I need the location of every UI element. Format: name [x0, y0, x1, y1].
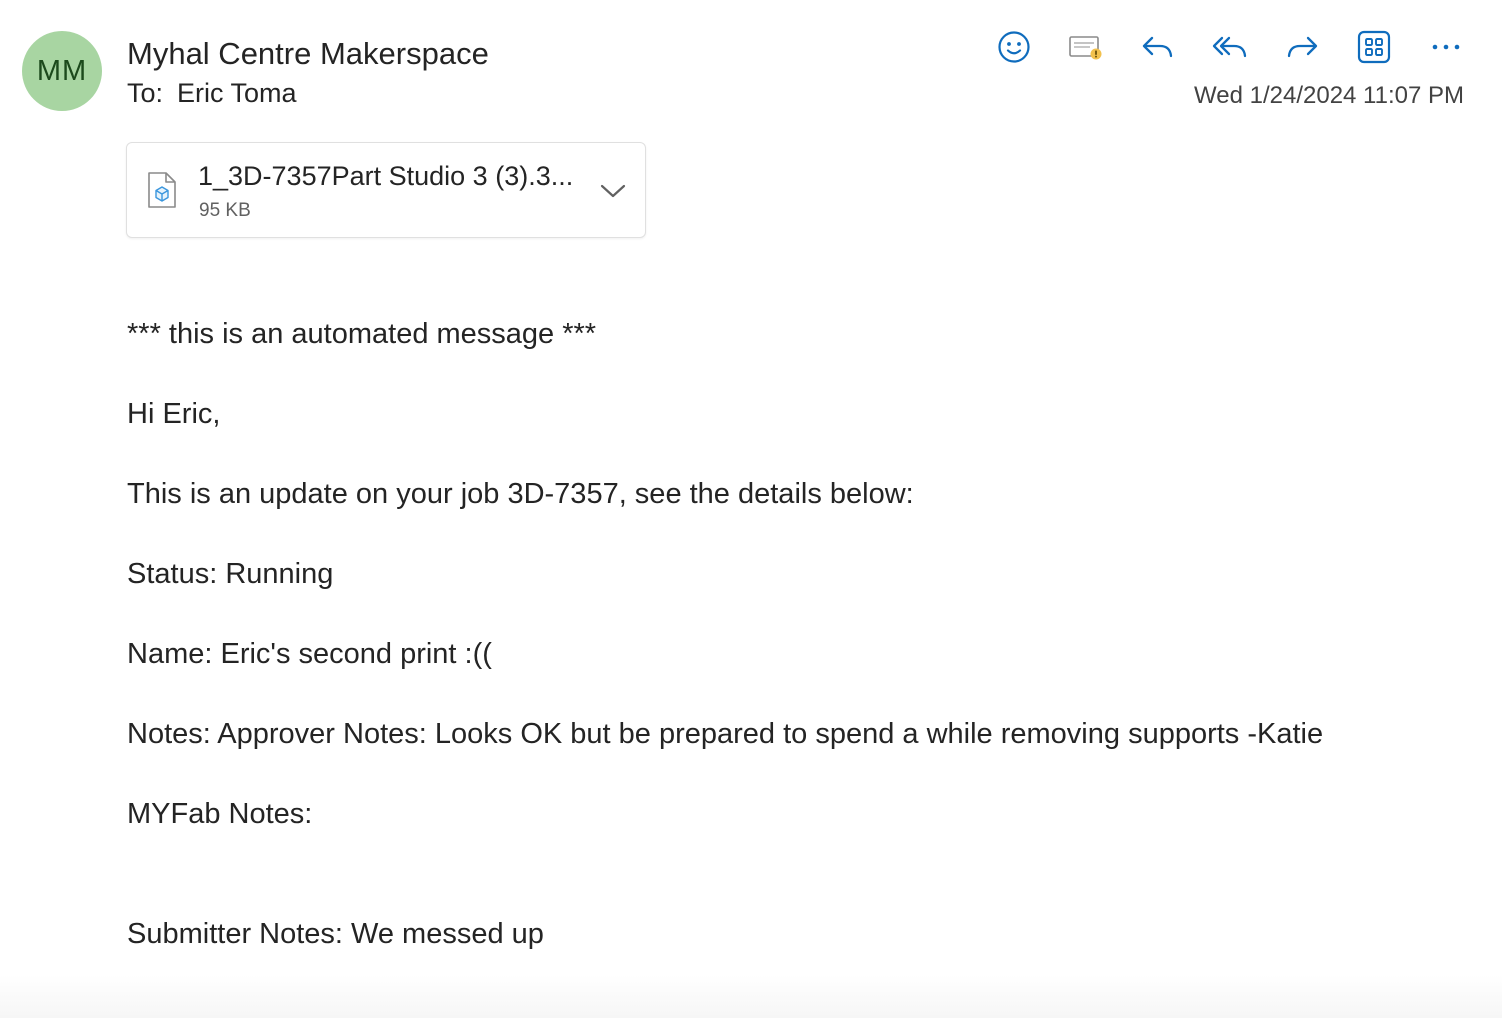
approver-notes-line: Notes: Approver Notes: Looks OK but be p…	[127, 718, 1324, 750]
chevron-down-icon	[600, 184, 626, 198]
submitter-notes-line: Submitter Notes: We messed up	[127, 918, 544, 950]
attachment-card[interactable]: 1_3D-7357Part Studio 3 (3).3... 95 KB	[126, 142, 646, 238]
report-message-button[interactable]	[1062, 26, 1110, 68]
forward-button[interactable]	[1278, 26, 1326, 68]
sender-name[interactable]: Myhal Centre Makerspace	[127, 36, 489, 72]
message-toolbar	[990, 26, 1470, 68]
status-line: Status: Running	[127, 558, 334, 590]
more-actions-button[interactable]	[1422, 26, 1470, 68]
recipient-line: To: Eric Toma	[127, 78, 297, 109]
avatar-initials: MM	[36, 54, 88, 87]
3d-file-icon	[147, 171, 177, 214]
forward-icon	[1287, 36, 1318, 58]
greeting: Hi Eric,	[127, 398, 221, 430]
reply-all-button[interactable]	[1206, 26, 1254, 68]
attachment-file-size: 95 KB	[199, 200, 251, 221]
automated-notice: *** this is an automated message ***	[127, 318, 597, 350]
reply-all-icon	[1212, 36, 1247, 58]
sender-avatar[interactable]: MM	[22, 31, 102, 111]
message-timestamp: Wed 1/24/2024 11:07 PM	[1194, 82, 1464, 109]
mail-warning-icon	[1069, 36, 1102, 60]
attachment-options-button[interactable]	[597, 177, 629, 205]
apps-button[interactable]	[1350, 26, 1398, 68]
emoji-reaction-button[interactable]	[990, 26, 1038, 68]
more-options-icon	[1432, 44, 1460, 50]
reply-button[interactable]	[1134, 26, 1182, 68]
reply-icon	[1142, 36, 1173, 58]
to-label: To:	[127, 78, 164, 108]
intro-line: This is an update on your job 3D-7357, s…	[127, 478, 914, 510]
apps-grid-icon	[1357, 30, 1391, 64]
attachment-file-name: 1_3D-7357Part Studio 3 (3).3...	[198, 161, 574, 191]
recipient-name[interactable]: Eric Toma	[177, 78, 297, 108]
emoji-smile-icon	[998, 31, 1030, 63]
email-reading-pane: MM Myhal Centre Makerspace To: Eric Toma	[0, 0, 1502, 1018]
job-name-line: Name: Eric's second print :((	[127, 638, 492, 670]
myfab-notes-line: MYFab Notes:	[127, 798, 313, 830]
